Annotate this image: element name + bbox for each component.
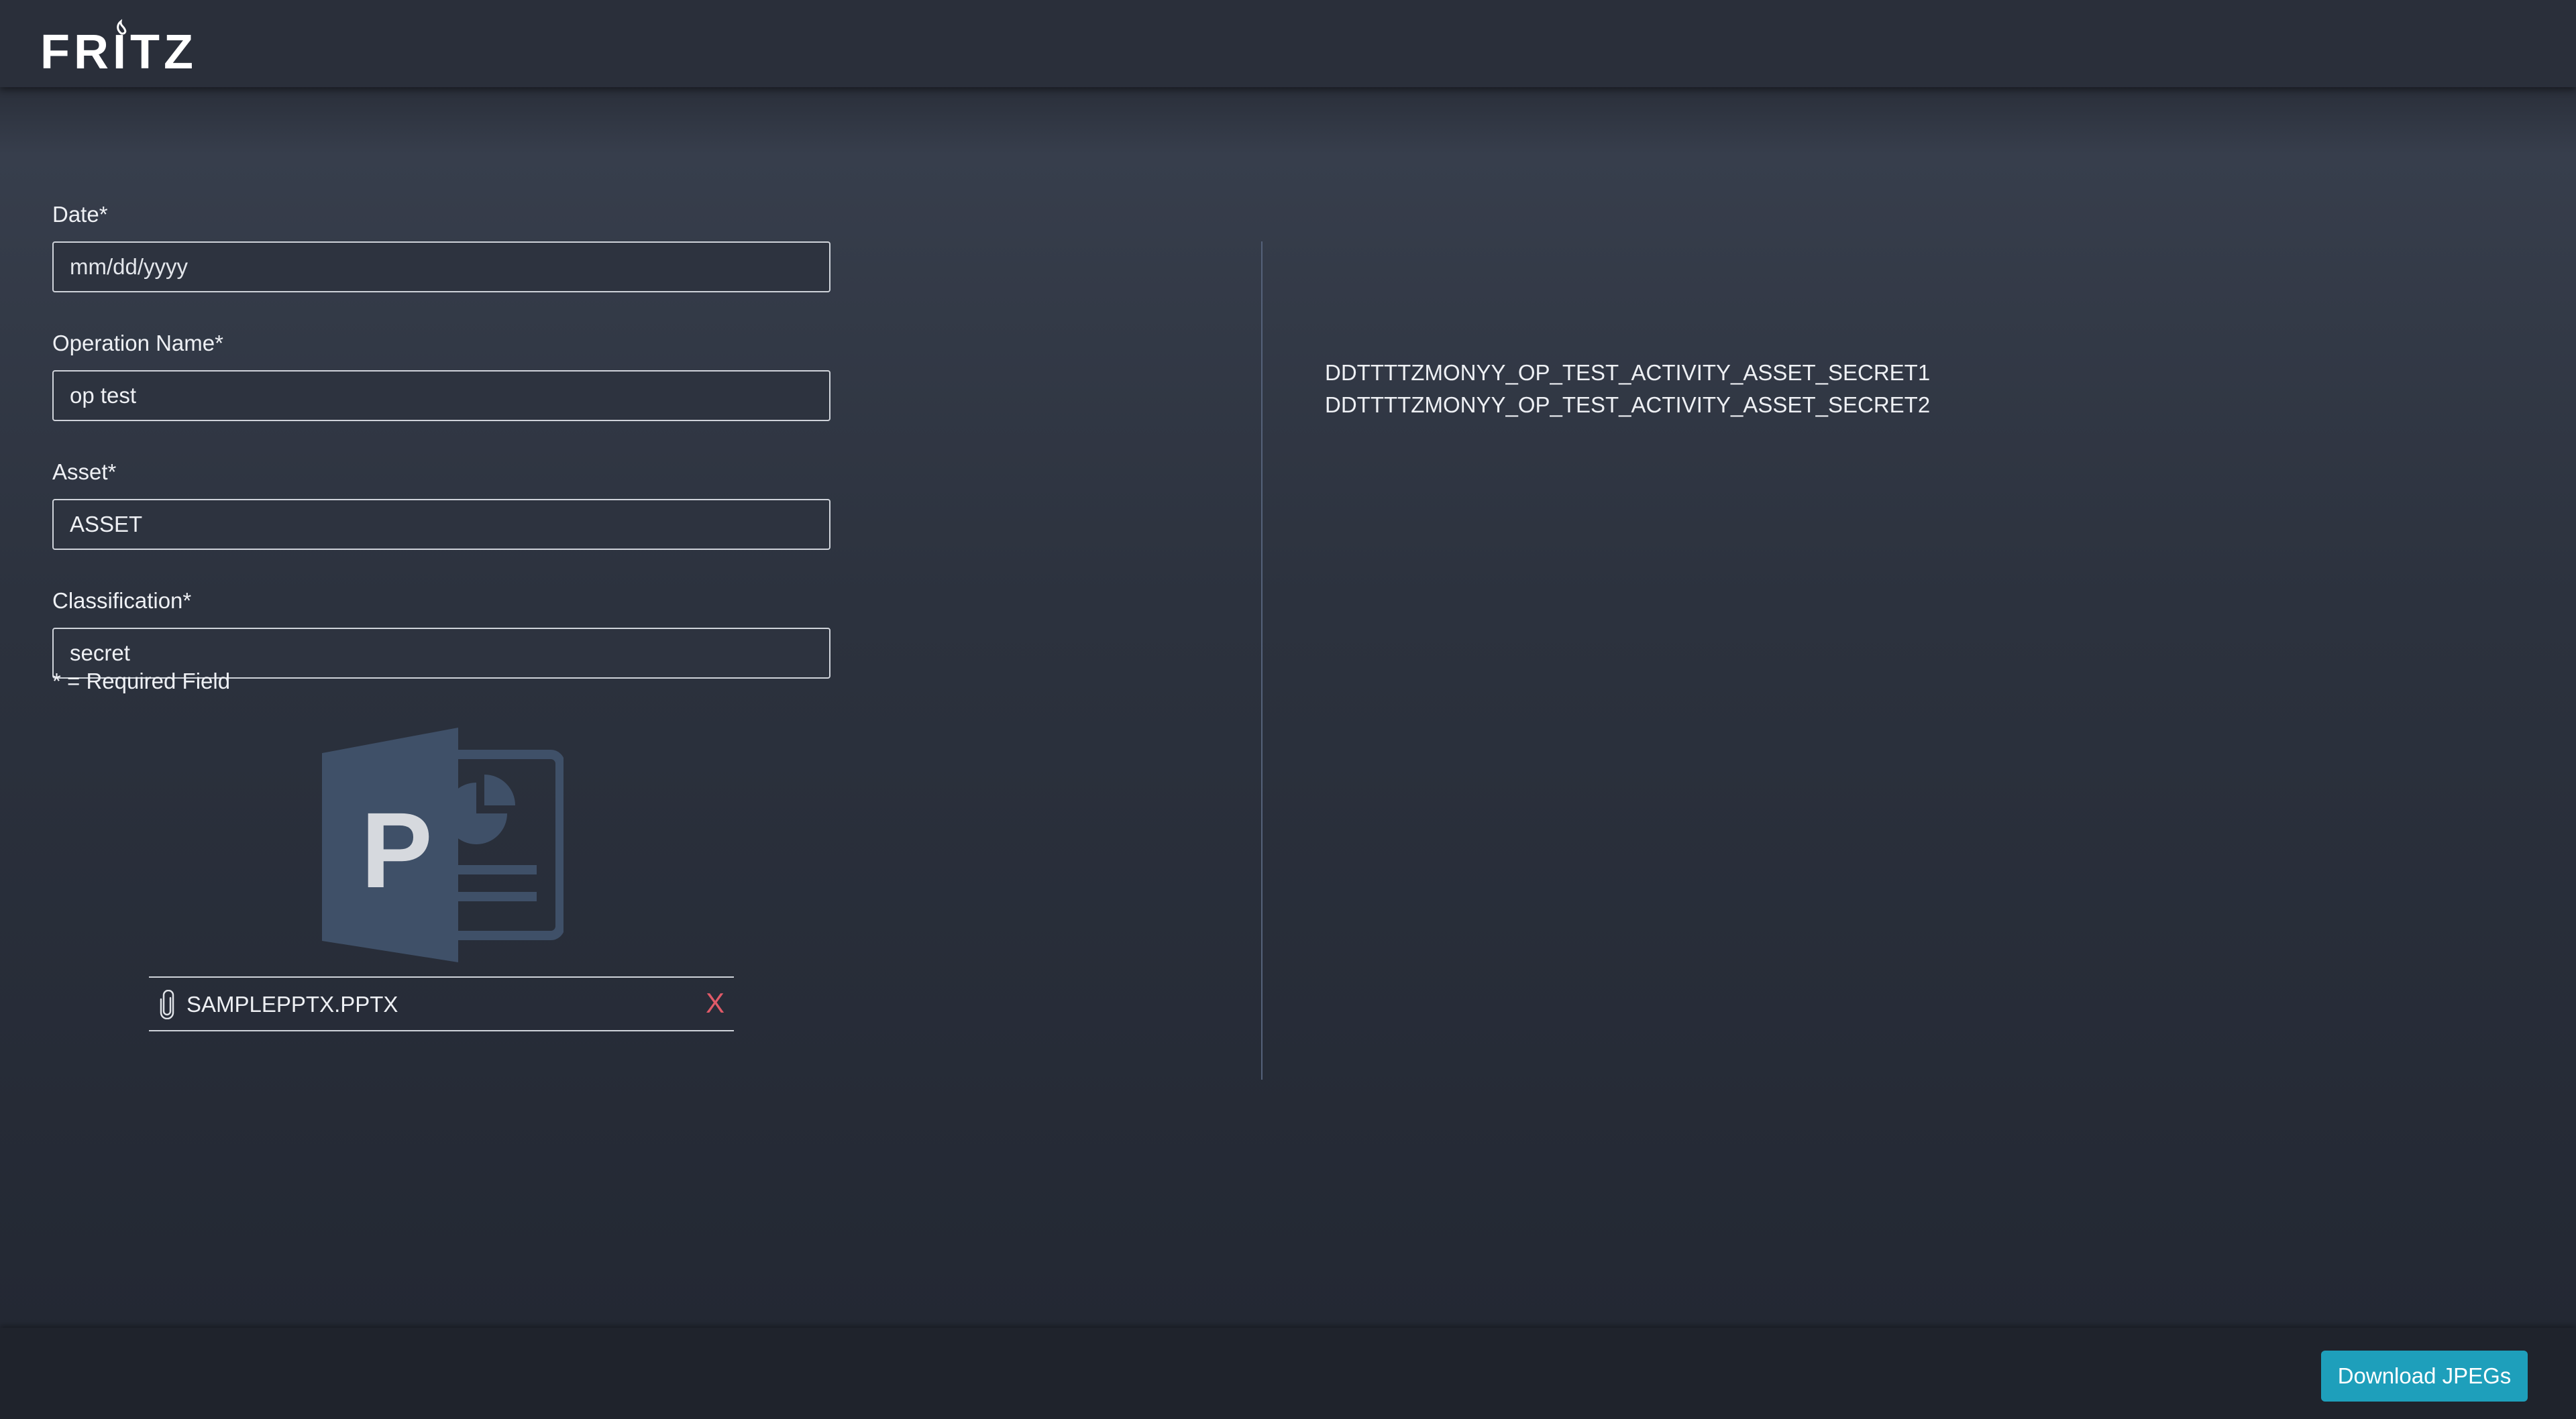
uploaded-file-row: SAMPLEPPTX.PPTX X [149,976,734,1031]
footer-bar: Download JPEGs [0,1328,2576,1419]
operation-name-label: Operation Name* [52,331,223,355]
file-name: SAMPLEPPTX.PPTX [186,992,398,1017]
required-field-note: * = Required Field [52,669,231,693]
classification-field-group: Classification* [52,587,830,679]
operation-form: Date* Operation Name* Asset* Classificat… [52,201,830,716]
generated-name-2: DDTTTTZMONYY_OP_TEST_ACTIVITY_ASSET_SECR… [1325,392,1931,417]
fritz-logo[interactable]: FRITZ [40,19,208,72]
powerpoint-file-icon[interactable]: P [322,728,564,962]
date-field-group: Date* [52,201,830,292]
asset-label: Asset* [52,459,117,484]
asset-field-group: Asset* [52,459,830,550]
logo-text: FRITZ [40,25,197,72]
generated-name-1: DDTTTTZMONYY_OP_TEST_ACTIVITY_ASSET_SECR… [1325,360,1931,385]
vertical-divider [1261,241,1263,1080]
date-label: Date* [52,202,108,227]
date-input[interactable] [52,241,830,292]
svg-text:P: P [361,790,433,910]
asset-input[interactable] [52,499,830,550]
paperclip-icon [160,990,174,1019]
download-jpegs-button[interactable]: Download JPEGs [2321,1351,2528,1402]
generated-names-list: DDTTTTZMONYY_OP_TEST_ACTIVITY_ASSET_SECR… [1325,357,1930,421]
remove-file-button[interactable]: X [706,988,724,1018]
operation-name-input[interactable] [52,370,830,421]
top-bar: FRITZ [0,0,2576,87]
classification-label: Classification* [52,588,192,613]
operation-name-field-group: Operation Name* [52,330,830,421]
